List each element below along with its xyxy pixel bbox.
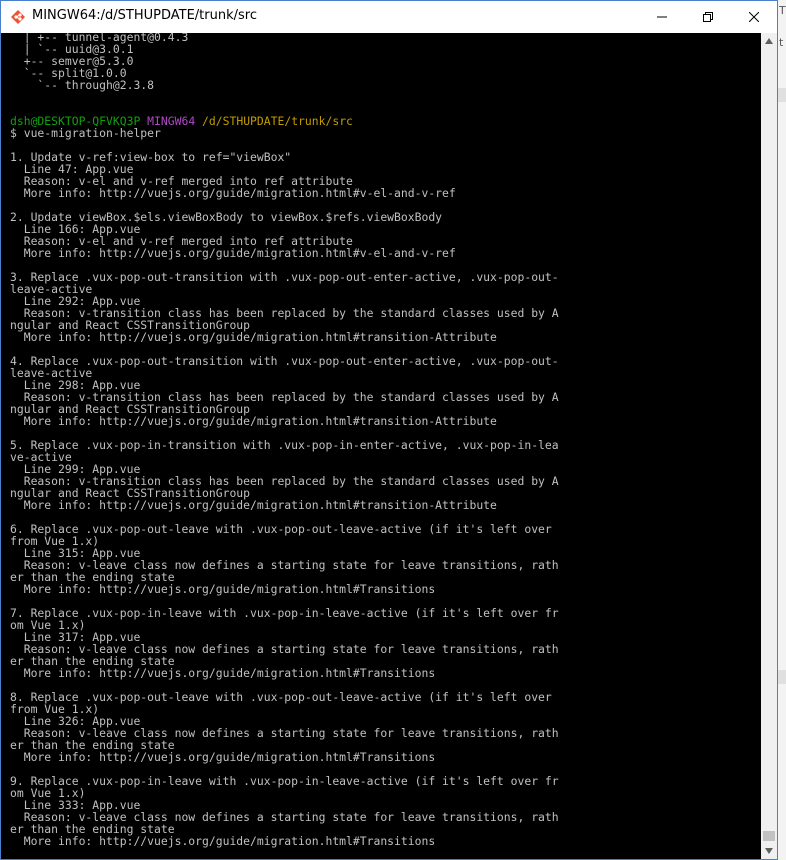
vertical-scrollbar[interactable] (761, 33, 777, 859)
output-line: More info: http://vuejs.org/guide/migrat… (10, 834, 436, 848)
scrollbar-thumb[interactable] (763, 831, 775, 841)
background-highlight (777, 88, 786, 102)
output-line: More info: http://vuejs.org/guide/migrat… (10, 498, 497, 512)
output-line: More info: http://vuejs.org/guide/migrat… (10, 186, 456, 200)
terminal-output-area[interactable]: | +-- tunnel-agent@0.4.3 | `-- uuid@3.0.… (1, 33, 761, 859)
close-button[interactable] (731, 1, 777, 33)
title-bar[interactable]: MINGW64:/d/STHUPDATE/trunk/src (1, 1, 777, 33)
output-line: More info: http://vuejs.org/guide/migrat… (10, 750, 436, 764)
minimize-icon (657, 16, 667, 18)
output-line: More info: http://vuejs.org/guide/migrat… (10, 330, 497, 344)
restore-button[interactable] (685, 1, 731, 33)
output-line: 5. Replace .vux-pop-in-transition with .… (10, 438, 559, 452)
background-text-fragment: Th (779, 4, 786, 17)
mingw-app-icon (10, 9, 26, 25)
output-line: More info: http://vuejs.org/guide/migrat… (10, 666, 436, 680)
restore-icon (703, 12, 713, 22)
minimize-button[interactable] (639, 1, 685, 33)
scroll-up-button[interactable] (761, 33, 777, 49)
tree-line: `-- through@2.3.8 (10, 78, 155, 92)
terminal-text: | +-- tunnel-agent@0.4.3 | `-- uuid@3.0.… (10, 33, 559, 847)
background-text-fragment: t (779, 36, 784, 49)
scroll-down-button[interactable] (761, 843, 777, 859)
scroll-down-arrow-icon (765, 848, 773, 854)
output-line: More info: http://vuejs.org/guide/migrat… (10, 246, 456, 260)
background-highlight (777, 670, 786, 684)
output-line: More info: http://vuejs.org/guide/migrat… (10, 414, 497, 428)
output-line: 7. Replace .vux-pop-in-leave with .vux-p… (10, 606, 559, 620)
migration-output: 1. Update v-ref:view-box to ref="viewBox… (10, 150, 559, 848)
terminal-window: MINGW64:/d/STHUPDATE/trunk/src | +-- tun… (0, 0, 778, 860)
output-line: More info: http://vuejs.org/guide/migrat… (10, 582, 436, 596)
output-line: 9. Replace .vux-pop-in-leave with .vux-p… (10, 774, 559, 788)
close-icon (749, 12, 759, 22)
window-title: MINGW64:/d/STHUPDATE/trunk/src (32, 8, 257, 23)
prompt-path: /d/STHUPDATE/trunk/src (202, 114, 353, 128)
scroll-up-arrow-icon (765, 38, 773, 44)
command-line: $ vue-migration-helper (10, 126, 161, 140)
